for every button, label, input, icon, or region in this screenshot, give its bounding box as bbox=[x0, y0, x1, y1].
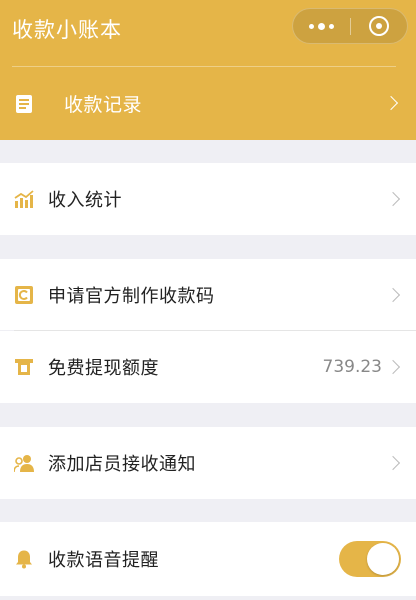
payment-records-row[interactable]: 收款记录 bbox=[0, 68, 416, 138]
more-dots-icon[interactable] bbox=[293, 9, 350, 43]
free-withdraw-quota-row[interactable]: 免费提现额度 739.23 bbox=[0, 331, 416, 403]
qr-code-icon bbox=[15, 285, 33, 304]
page-title: 收款小账本 bbox=[12, 18, 122, 42]
document-icon bbox=[16, 95, 32, 113]
quota-value: 739.23 bbox=[322, 357, 382, 377]
header-divider bbox=[12, 66, 396, 67]
chevron-right-icon bbox=[385, 287, 401, 302]
chevron-right-icon bbox=[385, 191, 401, 207]
voice-reminder-row: 收款语音提醒 bbox=[0, 522, 416, 596]
voice-reminder-toggle[interactable] bbox=[339, 541, 401, 577]
chevron-right-icon bbox=[383, 95, 399, 111]
app-header: 收款小账本 收款记录 bbox=[0, 0, 416, 140]
income-stats-label: 收入统计 bbox=[48, 190, 122, 211]
add-staff-notify-label: 添加店员接收通知 bbox=[48, 454, 196, 475]
chevron-right-icon bbox=[385, 455, 401, 471]
apply-qr-code-row[interactable]: 申请官方制作收款码 bbox=[0, 259, 416, 330]
close-target-icon[interactable] bbox=[351, 9, 407, 43]
free-withdraw-quota-label: 免费提现额度 bbox=[48, 358, 159, 379]
payment-records-label: 收款记录 bbox=[64, 93, 143, 116]
chevron-right-icon bbox=[385, 359, 401, 375]
add-staff-notify-row[interactable]: 添加店员接收通知 bbox=[0, 427, 416, 499]
voice-reminder-label: 收款语音提醒 bbox=[48, 550, 159, 571]
staff-icon bbox=[14, 455, 34, 473]
bell-icon bbox=[16, 550, 32, 569]
withdraw-icon bbox=[15, 359, 33, 375]
income-stats-row[interactable]: 收入统计 bbox=[0, 163, 416, 235]
apply-qr-code-label: 申请官方制作收款码 bbox=[48, 285, 215, 307]
bar-chart-icon bbox=[14, 190, 34, 208]
miniprogram-capsule bbox=[292, 8, 408, 44]
toggle-knob bbox=[367, 543, 399, 575]
